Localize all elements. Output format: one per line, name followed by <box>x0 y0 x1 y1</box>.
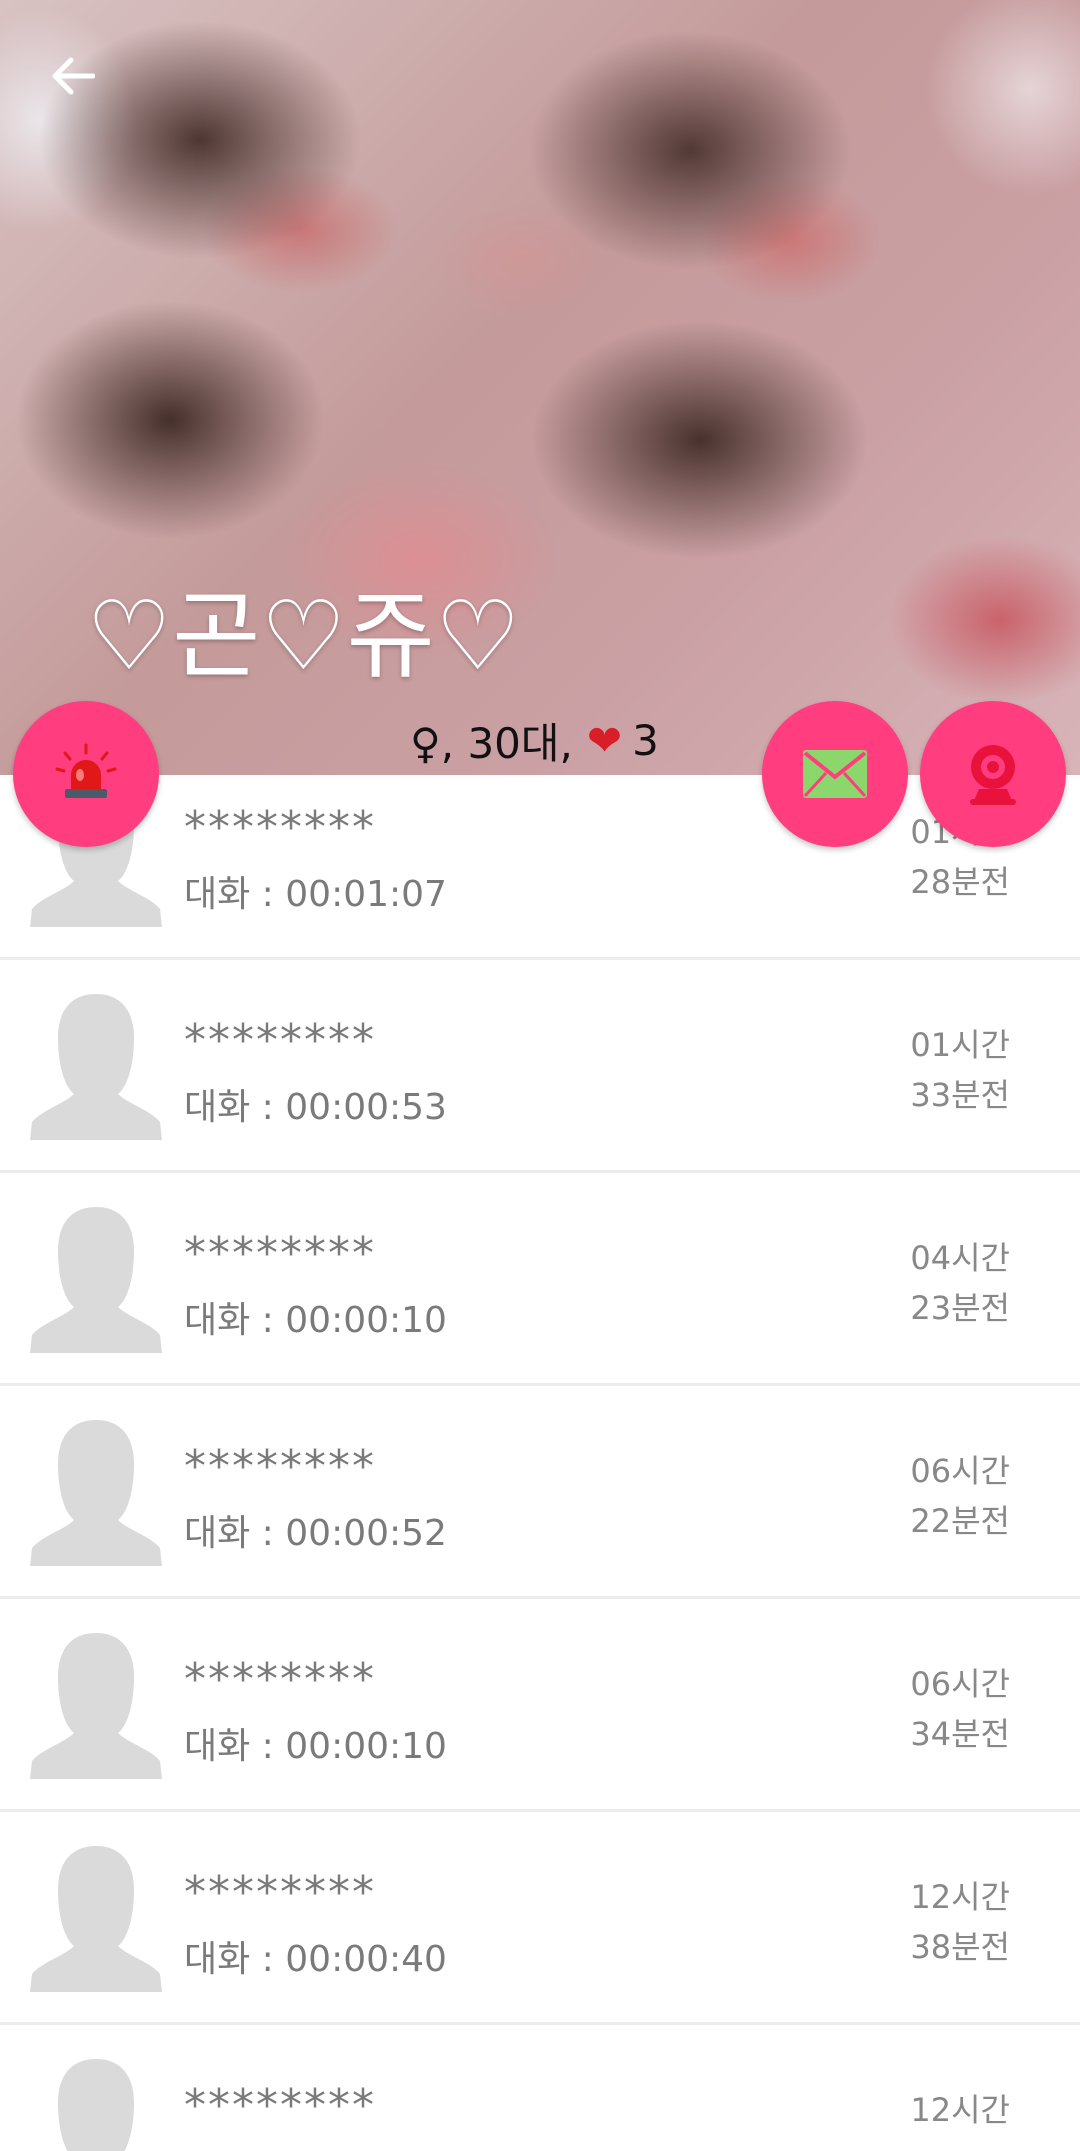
call-history-row[interactable]: ********대화 : 00:01:0701시간28분전 <box>0 775 1080 960</box>
time-ago-minutes: 38분전 <box>910 1928 1010 1966</box>
arrow-left-icon <box>52 57 95 95</box>
time-ago-minutes: 22분전 <box>910 1502 1010 1540</box>
heart-icon: ❤ <box>586 716 623 765</box>
caller-name: ******** <box>184 1654 376 1705</box>
call-time-ago: 06시간 22분전 <box>910 1446 1010 1546</box>
profile-name: ♡곤♡쥬♡ <box>86 580 521 692</box>
call-history-row[interactable]: ******** 대화 : 00:00:10 04시간 23분전 <box>0 1173 1080 1386</box>
call-history-row[interactable]: ******** 12시간 <box>0 2025 1080 2151</box>
avatar-silhouette-icon <box>30 1629 162 1779</box>
webcam-icon <box>970 745 1016 805</box>
call-time-ago: 04시간 23분전 <box>910 1233 1010 1333</box>
caller-name: ******** <box>184 1228 376 1279</box>
call-duration: 대화 : 00:00:40 <box>184 1939 447 1980</box>
avatar-silhouette-icon <box>30 990 162 1140</box>
call-time-ago: 01시간 33분전 <box>910 1020 1010 1120</box>
caller-name: ******** <box>184 1015 376 1066</box>
siren-icon <box>55 743 117 798</box>
call-duration: 대화 : 00:00:52 <box>184 1513 447 1554</box>
time-ago-hours: 06시간 <box>910 1665 1010 1703</box>
call-history-row[interactable]: ******** 대화 : 00:00:10 06시간 34분전 <box>0 1599 1080 1812</box>
call-history-list[interactable]: ******** 대화 : 00:01:07 01시간 28분전 ******** 대화 … <box>0 775 1080 2151</box>
heart-count: 3 <box>632 716 659 765</box>
time-ago-hours: 12시간 <box>910 2091 1010 2129</box>
caller-name: ******** <box>184 2080 376 2131</box>
call-time-ago: 12시간 38분전 <box>910 1872 1010 1972</box>
call-time-ago: 06시간 34분전 <box>910 1659 1010 1759</box>
time-ago-hours: 06시간 <box>910 1452 1010 1490</box>
message-button[interactable] <box>762 701 908 847</box>
call-history-row[interactable]: ******** 대화 : 00:00:53 01시간 33분전 <box>0 960 1080 1173</box>
time-ago-minutes: 34분전 <box>910 1715 1010 1753</box>
envelope-icon <box>803 750 867 798</box>
back-button[interactable] <box>42 46 102 106</box>
profile-header: ♡곤♡쥬♡ ♀, 30대, ❤ 3 <box>0 0 1080 775</box>
avatar-silhouette-icon <box>30 1416 162 1566</box>
time-ago-hours: 12시간 <box>910 1878 1010 1916</box>
caller-name: ******** <box>184 802 376 853</box>
call-history-row[interactable]: ******** 대화 : 00:00:52 06시간 22분전 <box>0 1386 1080 1599</box>
video-call-button[interactable] <box>920 701 1066 847</box>
caller-name: ******** <box>184 1867 376 1918</box>
time-ago-minutes: 23분전 <box>910 1289 1010 1327</box>
avatar-silhouette-icon <box>30 1203 162 1353</box>
call-duration: 대화 : 00:00:10 <box>184 1726 447 1767</box>
time-ago-minutes: 28분전 <box>910 863 1010 901</box>
report-button[interactable] <box>13 701 159 847</box>
time-ago-hours: 01시간 <box>910 1026 1010 1064</box>
call-duration: 대화 : 00:00:10 <box>184 1300 447 1341</box>
caller-name: ******** <box>184 1441 376 1492</box>
call-duration: 대화 : 00:01:07 <box>184 874 447 915</box>
time-ago-minutes: 33분전 <box>910 1076 1010 1114</box>
avatar-silhouette-icon <box>30 2055 162 2151</box>
call-history-row[interactable]: ******** 대화 : 00:00:40 12시간 38분전 <box>0 1812 1080 2025</box>
profile-info: ♀, 30대, ❤ 3 <box>410 710 659 771</box>
time-ago-hours: 04시간 <box>910 1239 1010 1277</box>
call-time-ago: 12시간 <box>910 2085 1010 2135</box>
call-duration: 대화 : 00:00:53 <box>184 1087 447 1128</box>
gender-age-label: ♀, 30대, <box>410 719 573 768</box>
avatar-silhouette-icon <box>30 1842 162 1992</box>
